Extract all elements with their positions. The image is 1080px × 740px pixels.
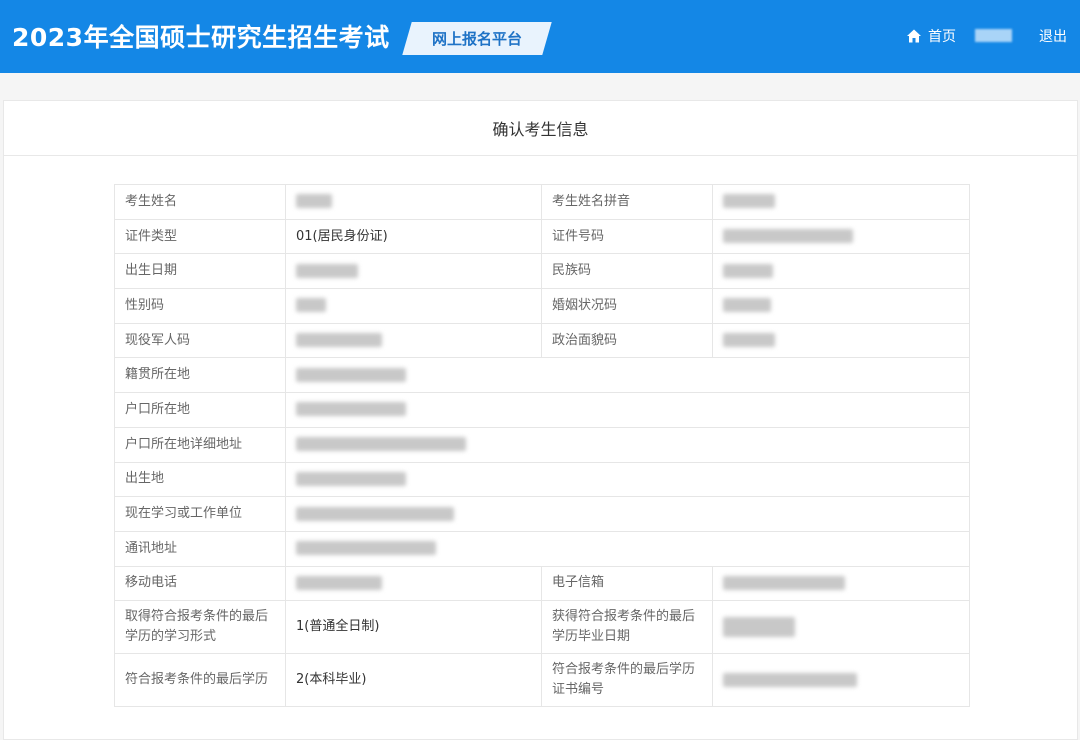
logout-link[interactable]: 退出 xyxy=(1039,25,1067,47)
field-label: 籍贯所在地 xyxy=(114,357,286,394)
field-value xyxy=(285,565,542,602)
field-value xyxy=(285,392,970,428)
table-row: 移动电话 电子信箱 xyxy=(114,565,970,602)
field-value: 1(普通全日制) xyxy=(285,600,542,655)
field-value xyxy=(285,184,542,220)
platform-badge-label: 网上报名平台 xyxy=(431,30,522,48)
table-row: 出生地 xyxy=(114,461,970,498)
field-label: 性别码 xyxy=(114,288,286,324)
field-value: 01(居民身份证) xyxy=(285,218,542,255)
redacted-value xyxy=(723,194,775,209)
table-row: 户口所在地 xyxy=(114,392,970,428)
platform-badge: 网上报名平台 xyxy=(402,22,552,55)
field-value xyxy=(712,253,970,290)
redacted-value xyxy=(296,194,332,209)
redacted-value xyxy=(296,298,326,313)
field-value xyxy=(712,288,970,324)
field-label: 现在学习或工作单位 xyxy=(114,496,286,532)
redacted-value xyxy=(723,229,853,244)
field-label: 移动电话 xyxy=(114,565,286,602)
field-label: 证件类型 xyxy=(114,218,286,255)
table-row: 考生姓名 考生姓名拼音 xyxy=(114,184,970,220)
card-title: 确认考生信息 xyxy=(4,101,1077,156)
redacted-value xyxy=(296,367,406,382)
redacted-value xyxy=(723,298,771,313)
site-title: 2023年全国硕士研究生招生考试 xyxy=(12,23,390,52)
table-row: 户口所在地详细地址 xyxy=(114,426,970,463)
table-row: 出生日期 民族码 xyxy=(114,253,970,290)
redacted-value xyxy=(296,506,454,521)
table-row: 取得符合报考条件的最后学历的学习形式 1(普通全日制) 获得符合报考条件的最后学… xyxy=(114,600,970,655)
field-label: 出生日期 xyxy=(114,253,286,290)
field-label: 婚姻状况码 xyxy=(541,288,713,324)
field-value xyxy=(285,496,970,532)
redacted-value xyxy=(723,263,773,278)
field-value: 2(本科毕业) xyxy=(285,653,542,708)
field-label: 考生姓名 xyxy=(114,184,286,220)
field-value xyxy=(712,184,970,220)
top-header-bar: 2023年全国硕士研究生招生考试 网上报名平台 首页 退出 xyxy=(0,0,1080,73)
field-label: 符合报考条件的最后学历 xyxy=(114,653,286,708)
field-label: 户口所在地详细地址 xyxy=(114,426,286,463)
redacted-value xyxy=(296,541,436,556)
table-row: 现在学习或工作单位 xyxy=(114,496,970,532)
redacted-value xyxy=(296,437,466,452)
field-value xyxy=(285,426,970,463)
field-label: 考生姓名拼音 xyxy=(541,184,713,220)
field-value xyxy=(712,600,970,655)
redacted-value xyxy=(723,575,845,590)
field-value xyxy=(712,218,970,255)
field-label: 通讯地址 xyxy=(114,530,286,567)
confirm-info-card: 确认考生信息 考生姓名 考生姓名拼音 证件类型 01(居民身份证) 证件号码 出… xyxy=(3,100,1078,740)
candidate-info-table: 考生姓名 考生姓名拼音 证件类型 01(居民身份证) 证件号码 出生日期 民族码… xyxy=(114,184,970,708)
table-row: 性别码 婚姻状况码 xyxy=(114,288,970,324)
field-label: 取得符合报考条件的最后学历的学习形式 xyxy=(114,600,286,655)
field-label: 符合报考条件的最后学历证书编号 xyxy=(541,653,713,708)
redacted-value xyxy=(296,333,382,348)
field-label: 电子信箱 xyxy=(541,565,713,602)
field-label: 现役军人码 xyxy=(114,322,286,359)
field-value xyxy=(285,288,542,324)
field-value xyxy=(285,322,542,359)
table-row: 通讯地址 xyxy=(114,530,970,567)
redacted-value xyxy=(296,575,382,590)
table-row: 现役军人码 政治面貌码 xyxy=(114,322,970,359)
field-value xyxy=(285,253,542,290)
redacted-value xyxy=(296,263,358,278)
table-row: 证件类型 01(居民身份证) 证件号码 xyxy=(114,218,970,255)
field-label: 获得符合报考条件的最后学历毕业日期 xyxy=(541,600,713,655)
field-value xyxy=(712,565,970,602)
field-label: 证件号码 xyxy=(541,218,713,255)
field-value xyxy=(285,530,970,567)
redacted-value xyxy=(723,672,857,687)
field-value xyxy=(712,322,970,359)
field-value xyxy=(285,461,970,498)
nav-home-link[interactable]: 首页 xyxy=(906,25,956,47)
field-label: 政治面貌码 xyxy=(541,322,713,359)
field-value xyxy=(285,357,970,394)
redacted-value xyxy=(296,471,406,486)
home-icon xyxy=(907,29,921,43)
nav-home-label: 首页 xyxy=(928,29,956,45)
redacted-value xyxy=(723,333,775,348)
field-label: 民族码 xyxy=(541,253,713,290)
table-row: 符合报考条件的最后学历 2(本科毕业) 符合报考条件的最后学历证书编号 xyxy=(114,653,970,708)
field-value xyxy=(712,653,970,708)
field-label: 户口所在地 xyxy=(114,392,286,428)
redacted-value xyxy=(723,617,795,637)
table-row: 籍贯所在地 xyxy=(114,357,970,394)
user-name-redacted[interactable] xyxy=(975,29,1012,42)
field-label: 出生地 xyxy=(114,461,286,498)
redacted-value xyxy=(296,402,406,417)
